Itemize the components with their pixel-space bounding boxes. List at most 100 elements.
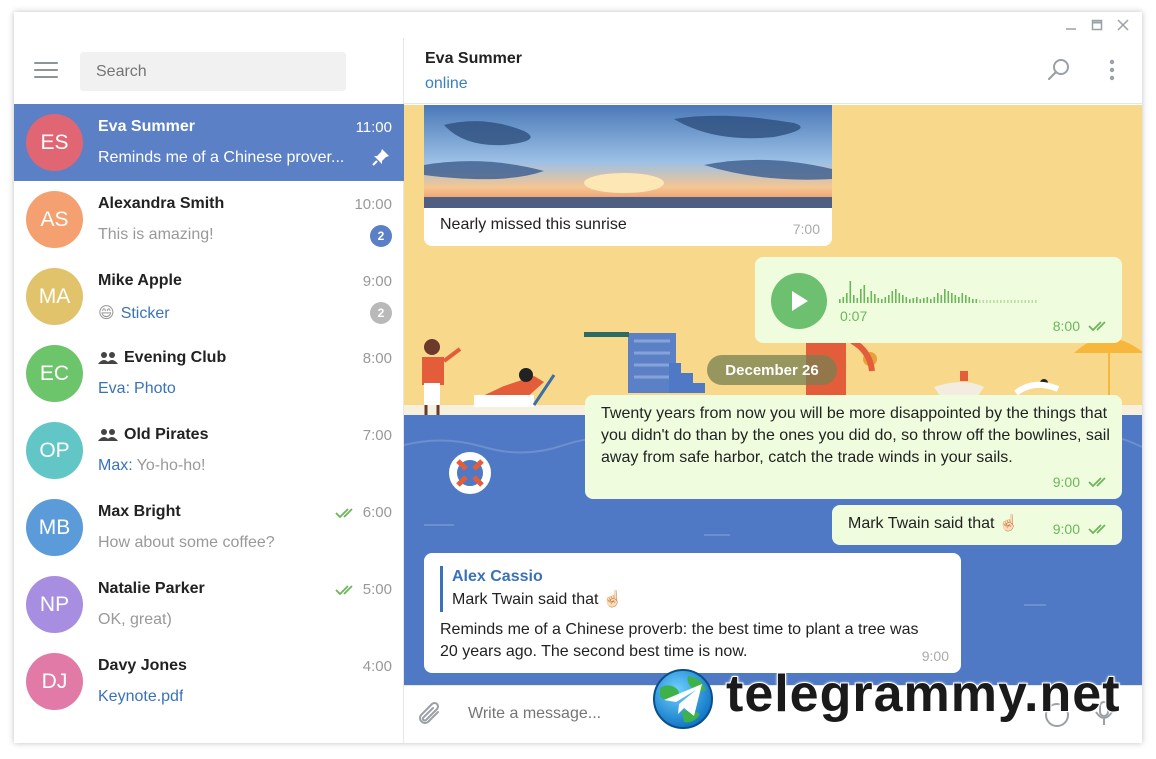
- maximize-icon[interactable]: [1084, 14, 1110, 36]
- chat-time: 4:00: [363, 658, 392, 675]
- chat-row[interactable]: ES Eva Summer 11:00 Reminds me of a Chinese…: [14, 104, 404, 181]
- waveform-bar: [940, 295, 943, 303]
- waveform-bar: [979, 300, 981, 303]
- chat-name-text: Max Bright: [98, 503, 181, 520]
- avatar[interactable]: MA: [26, 268, 83, 325]
- waveform-bar: [933, 297, 936, 303]
- waveform-bar: [989, 300, 992, 303]
- reply-author[interactable]: Alex Cassio: [452, 566, 543, 588]
- avatar[interactable]: DJ: [26, 653, 83, 710]
- voice-message[interactable]: 0:07 8:00: [755, 257, 1122, 343]
- chat-name-text: Natalie Parker: [98, 580, 205, 597]
- preview-sender: Max:: [98, 457, 133, 474]
- chat-time-text: 8:00: [362, 350, 392, 367]
- avatar[interactable]: MB: [26, 499, 83, 556]
- sunrise-photo[interactable]: [424, 105, 832, 208]
- telegram-window: ES Eva Summer 11:00 Reminds me of a Chinese…: [14, 12, 1142, 743]
- chat-preview: How about some coffee?: [98, 534, 275, 552]
- avatar[interactable]: NP: [26, 576, 83, 633]
- chat-time-text: 5:00: [362, 581, 392, 598]
- waveform-bar: [993, 300, 995, 303]
- conversation-header: Eva Summer online: [404, 38, 1142, 104]
- voice-waveform[interactable]: [839, 273, 1039, 307]
- chat-row[interactable]: DJ Davy Jones 4:00 Keynote.pdf: [14, 643, 404, 720]
- peer-name[interactable]: Eva Summer: [425, 50, 522, 68]
- waveform-bar: [975, 299, 978, 303]
- message-time: 9:00: [1053, 518, 1110, 540]
- telegram-globe-logo: [653, 669, 713, 729]
- preview-text: Sticker: [120, 305, 170, 322]
- chat-name: Alexandra Smith: [98, 195, 224, 213]
- waveform-bar: [982, 300, 985, 303]
- chat-name-text: Evening Club: [124, 349, 227, 366]
- double-check-icon: [1088, 320, 1110, 332]
- waveform-bar: [856, 298, 859, 303]
- waveform-bar: [905, 297, 908, 303]
- play-icon[interactable]: [771, 273, 827, 329]
- chat-time: 8:00: [363, 350, 392, 367]
- waveform-bar: [895, 289, 897, 303]
- photo-message[interactable]: Nearly missed this sunrise 7:00: [424, 105, 832, 246]
- chat-row[interactable]: NP Natalie Parker 5:00 OK, great): [14, 566, 404, 643]
- reply-quote[interactable]: Mark Twain said that ☝🏻: [452, 589, 623, 611]
- chat-row[interactable]: MB Max Bright 6:00 How about some coffee?: [14, 489, 404, 566]
- message-time: 8:00: [1053, 315, 1110, 337]
- more-vertical-icon[interactable]: [1108, 58, 1116, 87]
- waveform-bar: [877, 298, 880, 303]
- double-check-icon: [1088, 523, 1110, 535]
- message-text: Mark Twain said that ☝🏻: [848, 515, 1019, 532]
- chat-row[interactable]: OP Old Pirates 7:00 Max: Yo-ho-ho!: [14, 412, 404, 489]
- attach-icon[interactable]: [418, 700, 444, 733]
- chat-time-text: 9:00: [362, 273, 392, 290]
- pin-icon: [372, 148, 390, 171]
- waveform-bar: [965, 295, 967, 303]
- waveform-bar: [947, 291, 950, 303]
- waveform-bar: [1014, 300, 1016, 303]
- waveform-bar: [951, 293, 953, 303]
- chat-row[interactable]: MA Mike Apple 9:00 😄 Sticker 2: [14, 258, 404, 335]
- chat-preview: Keynote.pdf: [98, 688, 183, 706]
- chat-preview: This is amazing!: [98, 226, 214, 244]
- avatar[interactable]: ES: [26, 114, 83, 171]
- chat-time-text: 6:00: [362, 504, 392, 521]
- waveform-bar: [986, 300, 988, 303]
- twain-message[interactable]: Mark Twain said that ☝🏻 9:00: [832, 505, 1122, 545]
- chat-preview: Reminds me of a Chinese prover...: [98, 149, 344, 167]
- chat-row[interactable]: AS Alexandra Smith 10:00 This is amazing! 2: [14, 181, 404, 258]
- avatar[interactable]: EC: [26, 345, 83, 402]
- chat-name: Eva Summer: [98, 118, 195, 136]
- waveform-bar: [1028, 300, 1030, 303]
- title-bar: [14, 12, 1142, 38]
- waveform-bar: [849, 281, 852, 303]
- waveform-bar: [853, 295, 855, 303]
- photo-caption: Nearly missed this sunrise: [440, 216, 627, 233]
- waveform-bar: [1000, 300, 1002, 303]
- chat-time-text: 4:00: [362, 658, 392, 675]
- waveform-bar: [912, 298, 915, 303]
- waveform-bar: [1031, 300, 1034, 303]
- avatar[interactable]: OP: [26, 422, 83, 479]
- chat-row[interactable]: EC Evening Club 8:00 Eva: Photo: [14, 335, 404, 412]
- chat-time: 6:00: [335, 504, 392, 521]
- waveform-bar: [846, 293, 848, 303]
- quote-message[interactable]: Twenty years from now you will be more d…: [585, 395, 1122, 499]
- message-text: Twenty years from now you will be more d…: [601, 405, 1110, 466]
- avatar[interactable]: AS: [26, 191, 83, 248]
- close-icon[interactable]: [1110, 14, 1136, 36]
- chat-time: 7:00: [363, 427, 392, 444]
- waveform-bar: [891, 291, 894, 303]
- waveform-bar: [954, 295, 957, 303]
- chat-name-text: Mike Apple: [98, 272, 182, 289]
- minimize-icon[interactable]: [1058, 14, 1084, 36]
- voice-duration: 0:07: [840, 308, 868, 324]
- preview-text: How about some coffee?: [98, 534, 275, 551]
- chat-time: 10:00: [354, 196, 392, 213]
- waveform-bar: [1024, 300, 1027, 303]
- watermark-text: telegrammy.net: [725, 664, 1121, 724]
- chat-time: 9:00: [363, 273, 392, 290]
- search-icon[interactable]: [1047, 58, 1071, 87]
- reply-message[interactable]: Alex Cassio Mark Twain said that ☝🏻 Remi…: [424, 553, 961, 673]
- search-input[interactable]: [80, 52, 346, 91]
- preview-sender: Eva:: [98, 380, 131, 397]
- hamburger-menu-icon[interactable]: [34, 62, 58, 80]
